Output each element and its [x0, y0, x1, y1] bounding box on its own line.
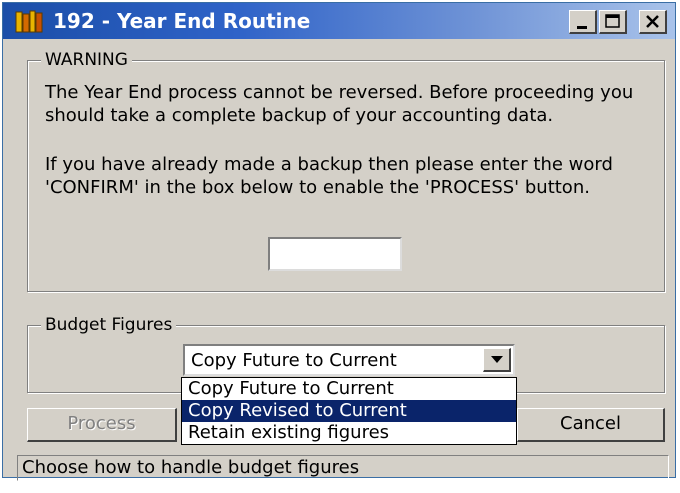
year-end-dialog: 192 - Year End Routine WARNING The Year …	[2, 2, 676, 481]
books-icon	[15, 10, 43, 34]
minimize-button[interactable]	[569, 10, 597, 34]
close-icon	[646, 15, 659, 28]
dropdown-option-retain-existing[interactable]: Retain existing figures	[182, 422, 516, 444]
title-bar[interactable]: 192 - Year End Routine	[3, 3, 675, 39]
status-bar: Choose how to handle budget figures	[17, 455, 669, 481]
cancel-button[interactable]: Cancel	[517, 408, 665, 442]
chevron-down-icon	[491, 356, 503, 363]
dropdown-button[interactable]	[483, 348, 511, 372]
maximize-icon	[605, 14, 620, 28]
close-button[interactable]	[639, 10, 667, 34]
budget-select[interactable]: Copy Future to Current	[183, 344, 515, 376]
window-title: 192 - Year End Routine	[53, 9, 311, 33]
process-button[interactable]: Process	[27, 408, 177, 442]
warning-paragraph-1: The Year End process cannot be reversed.…	[45, 82, 634, 126]
warning-legend: WARNING	[41, 50, 132, 70]
dropdown-option-copy-revised[interactable]: Copy Revised to Current	[182, 400, 516, 422]
minimize-icon	[577, 26, 587, 29]
dropdown-option-copy-future[interactable]: Copy Future to Current	[182, 378, 516, 400]
confirm-input[interactable]	[268, 237, 402, 271]
budget-select-value: Copy Future to Current	[191, 350, 397, 371]
warning-paragraph-2: If you have already made a backup then p…	[45, 154, 613, 198]
budget-dropdown-list: Copy Future to Current Copy Revised to C…	[181, 377, 517, 445]
maximize-button[interactable]	[599, 10, 627, 34]
budget-legend: Budget Figures	[41, 315, 177, 335]
